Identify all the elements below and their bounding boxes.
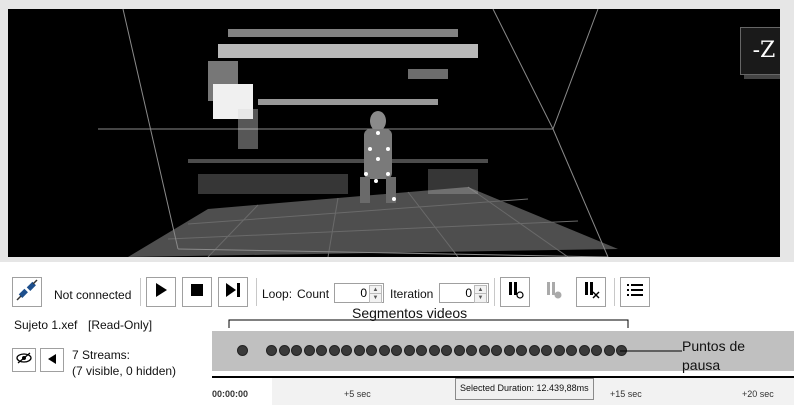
- pause-point-marker[interactable]: [266, 345, 277, 356]
- count-value: 0: [360, 286, 367, 300]
- count-label: Count: [297, 287, 330, 301]
- list-button[interactable]: [620, 277, 650, 307]
- pause-point-marker[interactable]: [503, 345, 515, 356]
- pause-point-marker[interactable]: [553, 345, 565, 356]
- list-icon: [627, 283, 643, 302]
- point-cloud-scene[interactable]: -Z: [8, 9, 780, 257]
- pause-point-marker[interactable]: [237, 345, 248, 356]
- count-spinner[interactable]: 0 ▲ ▼: [334, 283, 384, 303]
- iteration-value: 0: [465, 286, 472, 300]
- pause-point-marker[interactable]: [516, 345, 527, 356]
- divider: [494, 278, 495, 306]
- pause-point-marker[interactable]: [403, 345, 415, 356]
- plug-icon: [16, 278, 38, 306]
- room-points: [188, 29, 488, 194]
- pause-point-marker[interactable]: [378, 345, 390, 356]
- pause-point-marker[interactable]: [478, 345, 490, 356]
- streams-detail: (7 visible, 0 hidden): [72, 364, 177, 378]
- ruler-tick-15: +15 sec: [610, 389, 642, 399]
- stream-visibility-button[interactable]: [12, 348, 36, 372]
- depth-viewport[interactable]: -Z: [0, 0, 794, 262]
- play-button[interactable]: [146, 277, 176, 307]
- remove-pause-point-button[interactable]: [576, 277, 606, 307]
- iteration-label: Iteration: [390, 287, 434, 301]
- pause-point-marker[interactable]: [578, 345, 590, 356]
- view-cube[interactable]: -Z: [740, 27, 780, 75]
- pause-point-marker[interactable]: [491, 345, 502, 356]
- pause-point-marker[interactable]: [278, 345, 290, 356]
- pause-points-annotation-line1: Puntos de: [682, 338, 746, 354]
- divider: [614, 278, 615, 306]
- pause-point-marker[interactable]: [366, 345, 377, 356]
- divider: [256, 278, 257, 306]
- pause-point-marker[interactable]: [328, 345, 340, 356]
- streams-expand-button[interactable]: [40, 348, 64, 372]
- pause-point-marker[interactable]: [591, 345, 602, 356]
- pause-point-marker[interactable]: [466, 345, 477, 356]
- ruler-start: 00:00:00: [212, 389, 249, 399]
- pause-point-marker[interactable]: [291, 345, 302, 356]
- stop-button[interactable]: [182, 277, 212, 307]
- pause-points-leader-line: [620, 350, 682, 352]
- add-pause-point-icon: [506, 281, 524, 304]
- loop-label: Loop:: [262, 287, 293, 301]
- stop-icon: [191, 283, 203, 301]
- connect-button[interactable]: [12, 277, 42, 307]
- count-down-arrow[interactable]: ▼: [369, 293, 382, 303]
- file-name: Sujeto 1.xef: [14, 318, 78, 332]
- pause-point-marker[interactable]: [566, 345, 577, 356]
- ruler-tick-5: +5 sec: [344, 389, 371, 399]
- pause-point-marker[interactable]: [341, 345, 352, 356]
- pause-point-marker[interactable]: [316, 345, 327, 356]
- divider: [140, 278, 141, 306]
- toggle-pause-point-button[interactable]: [538, 277, 568, 307]
- pause-point-marker[interactable]: [541, 345, 552, 356]
- pause-point-marker[interactable]: [428, 345, 440, 356]
- pause-point-marker[interactable]: [416, 345, 427, 356]
- file-mode: [Read-Only]: [88, 318, 153, 332]
- add-pause-point-button[interactable]: [500, 277, 530, 307]
- person-silhouette: [360, 111, 396, 203]
- pause-point-marker[interactable]: [391, 345, 402, 356]
- eye-icon: [16, 351, 32, 369]
- step-forward-button[interactable]: [218, 277, 248, 307]
- selection-tooltip: Selected Duration: 12.439,88ms: [455, 378, 594, 400]
- point-cloud-drawing: [98, 9, 618, 257]
- expand-triangle-icon: [48, 351, 56, 369]
- iteration-down-arrow[interactable]: ▼: [474, 293, 487, 303]
- toggle-pause-point-icon: [544, 281, 562, 304]
- iteration-spinner[interactable]: 0 ▲ ▼: [439, 283, 489, 303]
- pause-point-marker[interactable]: [528, 345, 540, 356]
- pause-point-marker[interactable]: [603, 345, 615, 356]
- ruler-tick-20: +20 sec: [742, 389, 774, 399]
- play-icon: [155, 282, 167, 302]
- remove-pause-point-icon: [582, 281, 600, 304]
- step-forward-icon: [226, 282, 240, 302]
- connection-status: Not connected: [54, 288, 132, 302]
- pause-point-marker[interactable]: [453, 345, 465, 356]
- pause-point-marker[interactable]: [441, 345, 452, 356]
- streams-summary: 7 Streams:: [72, 348, 131, 362]
- pause-points-annotation-line2: pausa: [682, 357, 721, 373]
- pause-point-marker[interactable]: [303, 345, 315, 356]
- pause-point-marker[interactable]: [353, 345, 365, 356]
